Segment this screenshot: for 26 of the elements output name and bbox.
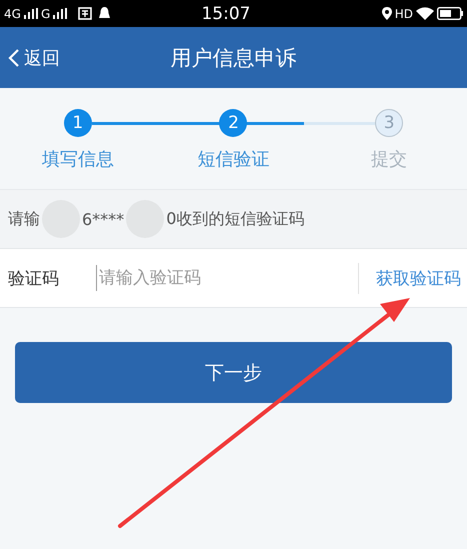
network-label: G [40,6,50,20]
signal-icon [53,8,68,19]
page-title: 用户信息申诉 [170,44,296,72]
step-number: 2 [219,109,248,137]
step-number: 3 [375,109,404,137]
hint-text: 6**** [82,210,124,228]
get-code-link[interactable]: 获取验证码 [358,262,467,294]
code-input-field[interactable]: 请输入验证码 [96,265,358,291]
bell-icon [99,7,110,20]
next-button[interactable]: 下一步 [15,342,452,403]
hd-label: HD [394,6,413,20]
step-label: 短信验证 [197,148,270,171]
wifi-icon [416,7,434,20]
location-pin-icon [382,7,392,20]
battery-icon [437,7,463,20]
back-button[interactable]: 返回 [0,46,128,70]
clock-text: 15:07 [200,4,252,24]
step-label: 提交 [371,148,408,171]
network-label: 4G [4,6,21,20]
step-number: 1 [64,109,92,137]
hint-text: 0收到的短信验证码 [166,208,304,230]
hint-text: 请输 [8,208,40,230]
signal-icon [24,8,38,19]
chevron-left-icon [8,48,20,68]
step-label: 填写信息 [42,148,114,171]
field-label: 验证码 [7,268,60,290]
